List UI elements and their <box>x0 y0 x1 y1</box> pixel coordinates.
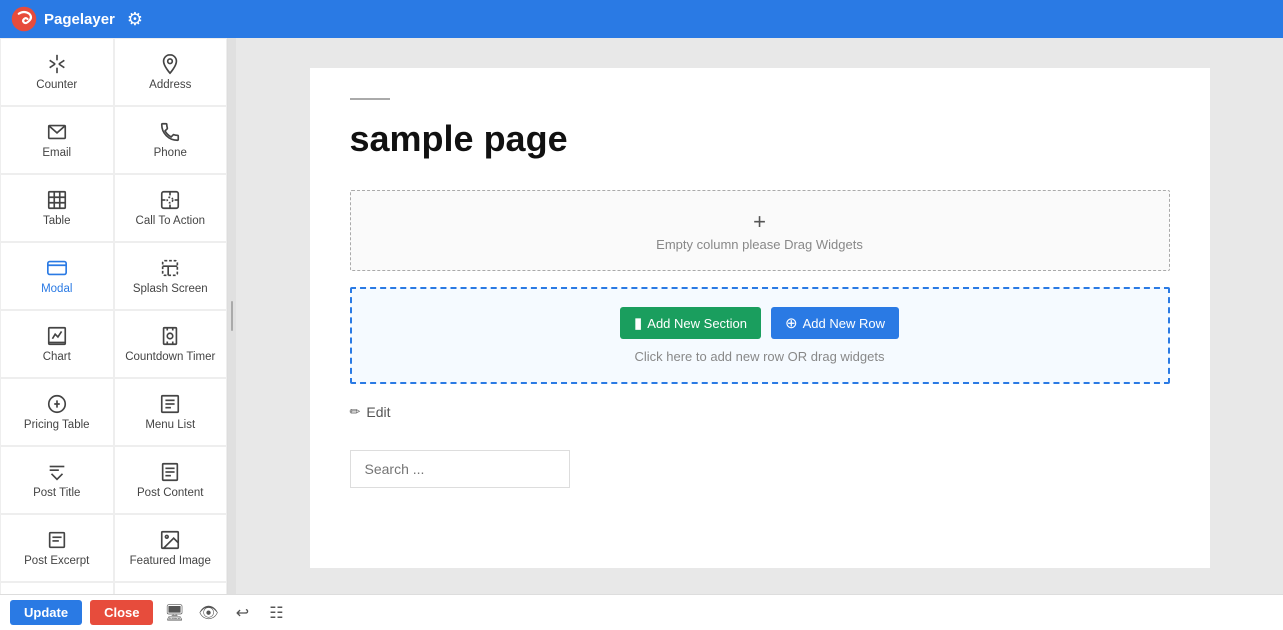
post-title-icon <box>46 461 68 483</box>
add-section-buttons: ▮ Add New Section ⊕ Add New Row <box>370 307 1150 339</box>
plus-icon: + <box>369 209 1151 235</box>
widget-post-portfolio[interactable]: Post Portfolio <box>114 582 228 594</box>
edit-label[interactable]: Edit <box>366 404 390 420</box>
widget-post-content[interactable]: Post Content <box>114 446 228 514</box>
update-button[interactable]: Update <box>10 600 82 625</box>
history-icon[interactable]: ☷ <box>263 600 289 626</box>
topbar: Pagelayer ⚙ <box>0 0 1283 38</box>
search-input[interactable] <box>350 450 570 488</box>
page-content: sample page + Empty column please Drag W… <box>310 68 1210 568</box>
splash-icon <box>159 257 181 279</box>
address-icon <box>159 53 181 75</box>
add-section-icon: ▮ <box>634 314 642 332</box>
desktop-icon[interactable]: 🖥 <box>161 600 187 626</box>
table-icon <box>46 189 68 211</box>
widget-address[interactable]: Address <box>114 38 228 106</box>
page-title: sample page <box>350 118 1170 160</box>
add-row-icon: ⊕ <box>785 314 798 332</box>
widget-post-excerpt[interactable]: Post Excerpt <box>0 514 114 582</box>
edit-pencil-icon: ✏ <box>350 404 361 420</box>
modal-icon <box>46 257 68 279</box>
undo-icon[interactable]: ↩ <box>229 600 255 626</box>
widget-phone[interactable]: Phone <box>114 106 228 174</box>
widget-menu-list[interactable]: Menu List <box>114 378 228 446</box>
counter-icon <box>46 53 68 75</box>
add-new-section-button[interactable]: ▮ Add New Section <box>620 307 761 339</box>
widget-pricing[interactable]: Pricing Table <box>0 378 114 446</box>
phone-icon <box>159 121 181 143</box>
widget-table[interactable]: Table <box>0 174 114 242</box>
logo-icon <box>10 5 38 33</box>
preview-icon[interactable]: 👁 <box>195 600 221 626</box>
chart-icon <box>46 325 68 347</box>
sidebar: Counter Address Email <box>0 38 228 594</box>
edit-bar: ✏ Edit <box>350 404 1170 420</box>
post-content-icon <box>159 461 181 483</box>
add-section-hint: Click here to add new row OR drag widget… <box>370 349 1150 364</box>
settings-icon[interactable]: ⚙ <box>127 9 143 30</box>
logo-text: Pagelayer <box>44 11 115 28</box>
close-button[interactable]: Close <box>90 600 153 625</box>
pricing-icon <box>46 393 68 415</box>
add-new-row-button[interactable]: ⊕ Add New Row <box>771 307 899 339</box>
page-separator <box>350 98 390 100</box>
cta-icon <box>159 189 181 211</box>
resize-handle[interactable] <box>228 38 236 594</box>
menu-list-icon <box>159 393 181 415</box>
widget-email[interactable]: Email <box>0 106 114 174</box>
featured-image-icon <box>159 529 181 551</box>
logo: Pagelayer <box>10 5 115 33</box>
bottom-toolbar: Update Close 🖥 👁 ↩ ☷ <box>0 594 1283 630</box>
widget-featured-image[interactable]: Featured Image <box>114 514 228 582</box>
widget-modal[interactable]: Modal <box>0 242 114 310</box>
empty-column[interactable]: + Empty column please Drag Widgets <box>350 190 1170 271</box>
canvas-area: sample page + Empty column please Drag W… <box>236 38 1283 594</box>
widget-post-title[interactable]: Post Title <box>0 446 114 514</box>
email-icon <box>46 121 68 143</box>
widget-breadcrumb[interactable]: Breadcrumb <box>0 582 114 594</box>
add-section-area: ▮ Add New Section ⊕ Add New Row Click he… <box>350 287 1170 384</box>
widget-grid: Counter Address Email <box>0 38 227 594</box>
widget-countdown[interactable]: Countdown Timer <box>114 310 228 378</box>
widget-counter[interactable]: Counter <box>0 38 114 106</box>
post-excerpt-icon <box>46 529 68 551</box>
widget-splash-screen[interactable]: Splash Screen <box>114 242 228 310</box>
empty-column-text: Empty column please Drag Widgets <box>369 237 1151 252</box>
widget-cta[interactable]: Call To Action <box>114 174 228 242</box>
countdown-icon <box>159 325 181 347</box>
widget-chart[interactable]: Chart <box>0 310 114 378</box>
